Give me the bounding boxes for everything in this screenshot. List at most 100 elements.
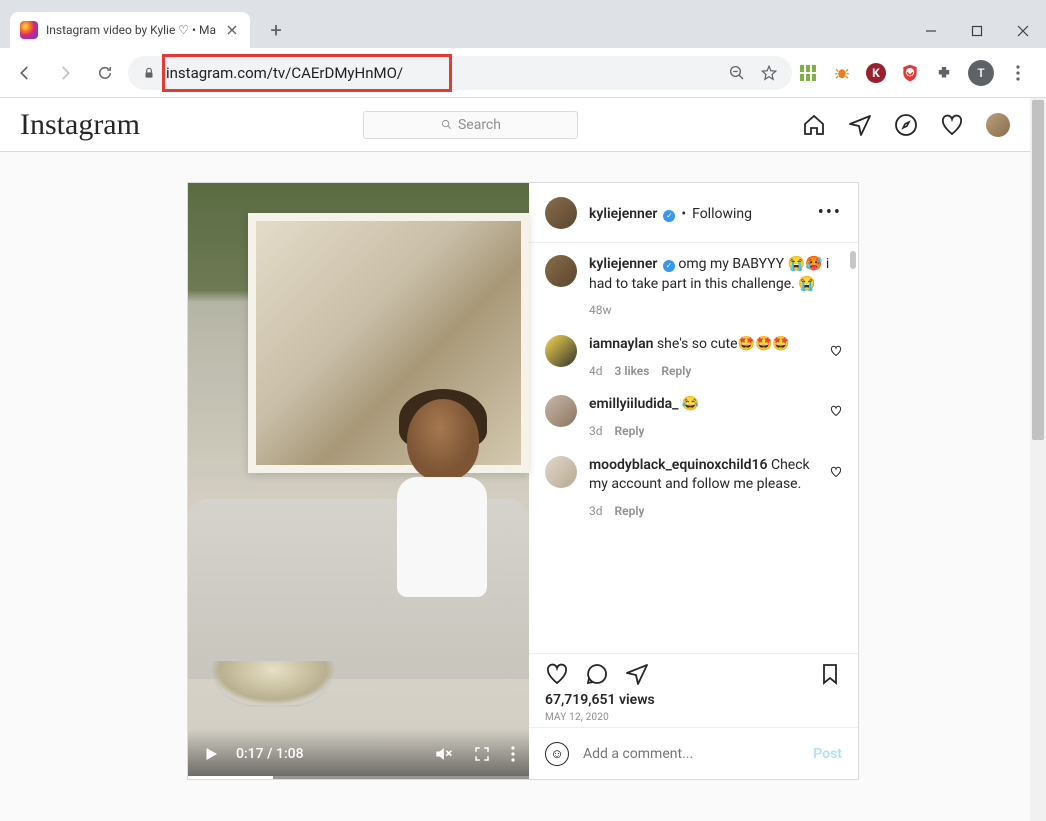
share-icon[interactable]	[625, 662, 649, 686]
fullscreen-icon[interactable]	[473, 745, 491, 763]
follow-status[interactable]: Following	[692, 206, 752, 222]
play-button[interactable]	[202, 745, 220, 763]
emoji-picker-icon[interactable]: ☺	[545, 742, 569, 766]
close-window-button[interactable]	[1000, 16, 1046, 46]
video-more-icon[interactable]	[511, 746, 515, 762]
zoom-icon[interactable]	[728, 64, 746, 82]
video-controls: 0:17 / 1:08	[188, 729, 529, 779]
new-tab-button[interactable]: +	[262, 16, 290, 44]
ublock-extension-icon[interactable]	[900, 63, 920, 83]
add-comment-bar: ☺ Post	[529, 727, 858, 779]
instagram-favicon	[20, 21, 38, 39]
reply-button[interactable]: Reply	[615, 503, 645, 520]
activity-heart-icon[interactable]	[940, 113, 964, 137]
commenter-username[interactable]: emillyiiludida_	[589, 396, 678, 412]
instagram-header: Instagram Search	[0, 98, 1030, 152]
caption-avatar[interactable]	[545, 255, 577, 287]
video-progress-bar[interactable]	[188, 776, 529, 779]
comment-age: 3d	[589, 503, 603, 520]
post-caption: kyliejenner ✓ omg my BABYYY 😭🥵 i had to …	[545, 255, 842, 319]
author-avatar[interactable]	[545, 197, 577, 229]
bug-extension-icon[interactable]	[832, 63, 852, 83]
comment-text: she's so cute🤩🤩🤩	[653, 336, 789, 352]
home-icon[interactable]	[802, 113, 826, 137]
verified-badge-icon: ✓	[663, 210, 675, 222]
browser-titlebar: Instagram video by Kylie ♡ • Ma +	[0, 0, 1046, 48]
extensions-puzzle-icon[interactable]	[934, 63, 954, 83]
commenter-username[interactable]: moodyblack_equinoxchild16	[589, 457, 768, 473]
explore-icon[interactable]	[894, 113, 918, 137]
page-content: Instagram Search 0:17 / 1:	[0, 98, 1046, 821]
actions-bar: 67,719,651 views May 12, 2020	[529, 653, 858, 727]
video-foreground-bowl	[208, 649, 338, 707]
caption-username[interactable]: kyliejenner	[589, 256, 657, 272]
author-username[interactable]: kyliejenner	[589, 206, 657, 222]
profile-avatar-icon[interactable]: T	[968, 60, 994, 86]
comment-row: moodyblack_equinoxchild16 Check my accou…	[545, 456, 842, 520]
search-placeholder: Search	[458, 117, 501, 133]
commenter-avatar[interactable]	[545, 456, 577, 488]
like-heart-icon[interactable]	[545, 662, 569, 686]
tab-title: Instagram video by Kylie ♡ • Ma	[46, 23, 216, 37]
comment-likes[interactable]: 3 likes	[615, 363, 650, 380]
comment-text: 😂	[678, 396, 699, 412]
post-header: kyliejenner ✓ • Following •••	[529, 183, 858, 243]
back-button[interactable]	[8, 56, 42, 90]
separator: •	[681, 206, 686, 222]
search-icon	[441, 119, 452, 130]
post-info-panel: kyliejenner ✓ • Following ••• kyliejenne…	[529, 183, 858, 779]
reload-button[interactable]	[88, 56, 122, 90]
comment-age: 3d	[589, 423, 603, 440]
view-count[interactable]: 67,719,651 views	[545, 692, 842, 708]
comment-row: iamnaylan she's so cute🤩🤩🤩 4d 3 likes Re…	[545, 335, 842, 379]
post-comment-button[interactable]: Post	[813, 746, 842, 762]
chrome-menu-icon[interactable]	[1008, 63, 1028, 83]
reply-button[interactable]: Reply	[661, 363, 691, 380]
minimize-button[interactable]	[908, 16, 954, 46]
page-scrollbar-thumb[interactable]	[1032, 100, 1044, 440]
extension-icons: K T	[798, 60, 1038, 86]
instagram-logo[interactable]: Instagram	[20, 108, 140, 142]
k-extension-icon[interactable]: K	[866, 63, 886, 83]
comment-row: emillyiiludida_ 😂 3d Reply	[545, 395, 842, 439]
lock-icon	[142, 66, 156, 80]
instagram-nav	[802, 113, 1010, 137]
comment-input[interactable]	[583, 746, 799, 762]
profile-avatar[interactable]	[986, 113, 1010, 137]
comment-icon[interactable]	[585, 662, 609, 686]
bookmark-star-icon[interactable]	[760, 64, 778, 82]
commenter-avatar[interactable]	[545, 395, 577, 427]
grid-extension-icon[interactable]	[798, 63, 818, 83]
like-comment-icon[interactable]	[830, 456, 842, 520]
browser-tab[interactable]: Instagram video by Kylie ♡ • Ma	[10, 12, 250, 48]
video-subject-child	[379, 399, 499, 659]
mute-icon[interactable]	[433, 744, 453, 764]
url-text: instagram.com/tv/CAErDMyHnMO/	[166, 64, 403, 82]
commenter-avatar[interactable]	[545, 335, 577, 367]
post-more-icon[interactable]: •••	[818, 202, 842, 223]
verified-badge-icon: ✓	[663, 260, 675, 272]
caption-age: 48w	[589, 302, 612, 319]
tab-close-icon[interactable]	[224, 22, 240, 38]
video-player[interactable]: 0:17 / 1:08	[188, 183, 529, 779]
post-container: 0:17 / 1:08 kyliejenner ✓ • Following	[187, 182, 859, 780]
search-input[interactable]: Search	[363, 111, 578, 139]
like-comment-icon[interactable]	[830, 335, 842, 379]
comment-age: 4d	[589, 363, 603, 380]
page-scrollbar[interactable]	[1030, 98, 1046, 821]
browser-toolbar: instagram.com/tv/CAErDMyHnMO/ K T	[0, 48, 1046, 98]
post-date: May 12, 2020	[545, 712, 842, 723]
comments-area: kyliejenner ✓ omg my BABYYY 😭🥵 i had to …	[529, 243, 858, 653]
like-comment-icon[interactable]	[830, 395, 842, 439]
video-progress-fill	[188, 776, 273, 779]
save-bookmark-icon[interactable]	[818, 662, 842, 686]
forward-button[interactable]	[48, 56, 82, 90]
reply-button[interactable]: Reply	[615, 423, 645, 440]
window-controls	[908, 8, 1046, 48]
commenter-username[interactable]: iamnaylan	[589, 336, 653, 352]
address-bar[interactable]: instagram.com/tv/CAErDMyHnMO/	[128, 56, 792, 90]
maximize-button[interactable]	[954, 16, 1000, 46]
comments-scrollbar[interactable]	[850, 251, 856, 269]
video-time-display: 0:17 / 1:08	[236, 746, 304, 762]
messages-icon[interactable]	[848, 113, 872, 137]
